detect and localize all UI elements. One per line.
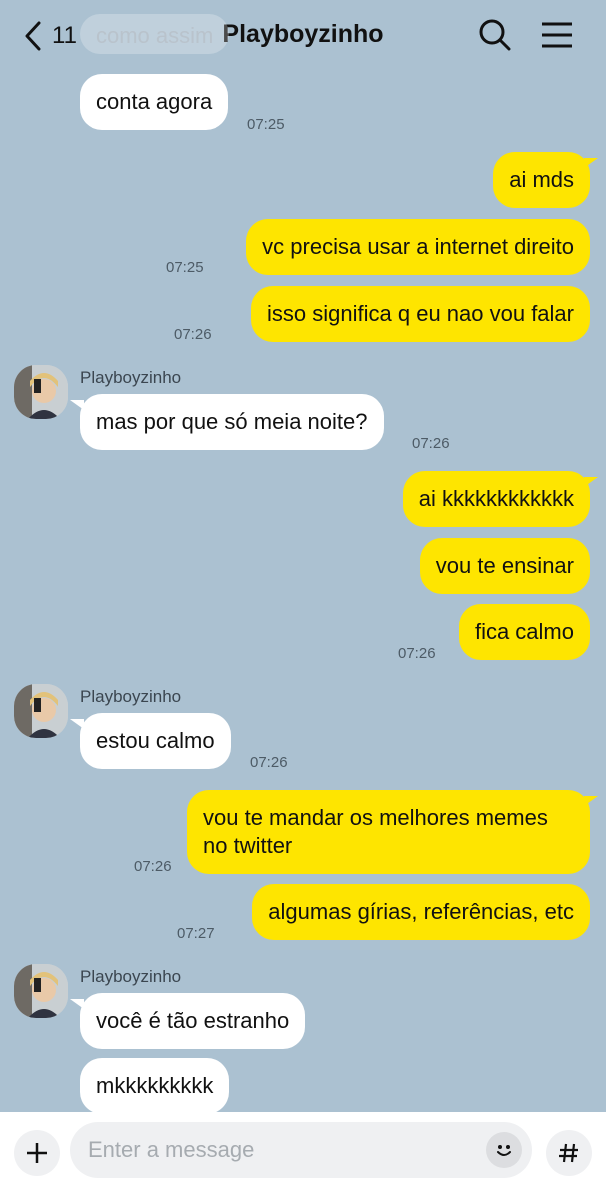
search-icon <box>479 19 511 51</box>
message-time: 07:26 <box>134 858 172 875</box>
message-field <box>70 1122 532 1178</box>
message-bubble-incoming: conta agora <box>80 74 229 130</box>
bubble-tail <box>70 719 84 729</box>
sender-name: Playboyzinho <box>80 368 182 387</box>
message-time: 07:26 <box>250 754 288 771</box>
hamburger-menu-icon <box>542 22 572 48</box>
menu-button[interactable] <box>536 14 578 56</box>
message-text: ai kkkkkkkkkkkk <box>418 486 574 511</box>
message-text: isso significa q eu nao vou falar <box>267 301 574 326</box>
message-text: conta agora <box>96 89 213 114</box>
message-text: ai mds <box>509 167 574 192</box>
message-bubble-outgoing: algumas gírias, referências, etc <box>252 884 590 940</box>
bubble-tail <box>70 400 84 410</box>
message-bubble-incoming: mkkkkkkkkk <box>80 1058 230 1114</box>
message-time: 07:27 <box>177 925 215 942</box>
message-bubble-outgoing: vc precisa usar a internet direito <box>246 219 590 275</box>
profile-photo-icon <box>14 964 68 1018</box>
avatar[interactable] <box>14 964 68 1018</box>
message-bubble-outgoing: vou te ensinar <box>419 538 590 594</box>
message-bubble-incoming: mas por que só meia noite? <box>80 394 384 450</box>
sender-name: Playboyzinho <box>80 967 182 986</box>
message-bubble-outgoing: vou te mandar os melhores memes no twitt… <box>187 790 590 874</box>
avatar[interactable] <box>14 365 68 419</box>
sender-name: Playboyzinho <box>80 687 182 706</box>
message-bubble-outgoing: ai mds <box>493 152 590 208</box>
hash-icon <box>559 1143 578 1163</box>
message-time: 07:26 <box>412 435 450 452</box>
profile-photo-icon <box>14 684 68 738</box>
message-text: vc precisa usar a internet direito <box>262 234 574 259</box>
chevron-left-icon <box>25 21 41 51</box>
message-bubble-outgoing: isso significa q eu nao vou falar <box>251 286 590 342</box>
message-input[interactable] <box>88 1122 468 1178</box>
message-text: vou te ensinar <box>435 553 574 578</box>
message-time: 07:26 <box>398 645 436 662</box>
message-text: vou te mandar os melhores memes <box>203 805 548 830</box>
plus-icon <box>27 1143 47 1163</box>
avatar[interactable] <box>14 684 68 738</box>
message-text: algumas gírias, referências, etc <box>268 899 574 924</box>
message-time: 07:25 <box>166 259 204 276</box>
message-text: como assim <box>96 23 214 48</box>
emoji-button[interactable] <box>486 1132 522 1168</box>
emoji-icon <box>497 1145 511 1156</box>
message-bubble-outgoing: ai kkkkkkkkkkkk <box>402 471 590 527</box>
message-time: 07:26 <box>174 326 212 343</box>
message-text: mkkkkkkkkk <box>96 1073 214 1098</box>
message-text: você é tão estranho <box>96 1008 290 1033</box>
profile-photo-icon <box>14 365 68 419</box>
message-text: fica calmo <box>474 619 574 644</box>
unread-count: 11 <box>52 22 77 49</box>
search-button[interactable] <box>474 14 516 56</box>
message-bubble-incoming: estou calmo <box>80 713 231 769</box>
message-text: mas por que só meia noite? <box>96 409 368 434</box>
bubble-tail <box>584 477 598 487</box>
message-time: 07:25 <box>247 116 285 133</box>
message-input-bar <box>0 1112 606 1200</box>
message-text: estou calmo <box>96 728 215 753</box>
message-bubble-outgoing: fica calmo <box>458 604 590 660</box>
bubble-tail <box>584 158 598 168</box>
hash-button[interactable] <box>546 1130 592 1176</box>
message-text: no twitter <box>203 833 293 858</box>
bubble-tail <box>70 999 84 1009</box>
bubble-tail <box>584 796 598 806</box>
message-bubble-incoming: como assim <box>80 14 230 54</box>
attach-button[interactable] <box>14 1130 60 1176</box>
message-bubble-incoming: você é tão estranho <box>80 993 306 1049</box>
